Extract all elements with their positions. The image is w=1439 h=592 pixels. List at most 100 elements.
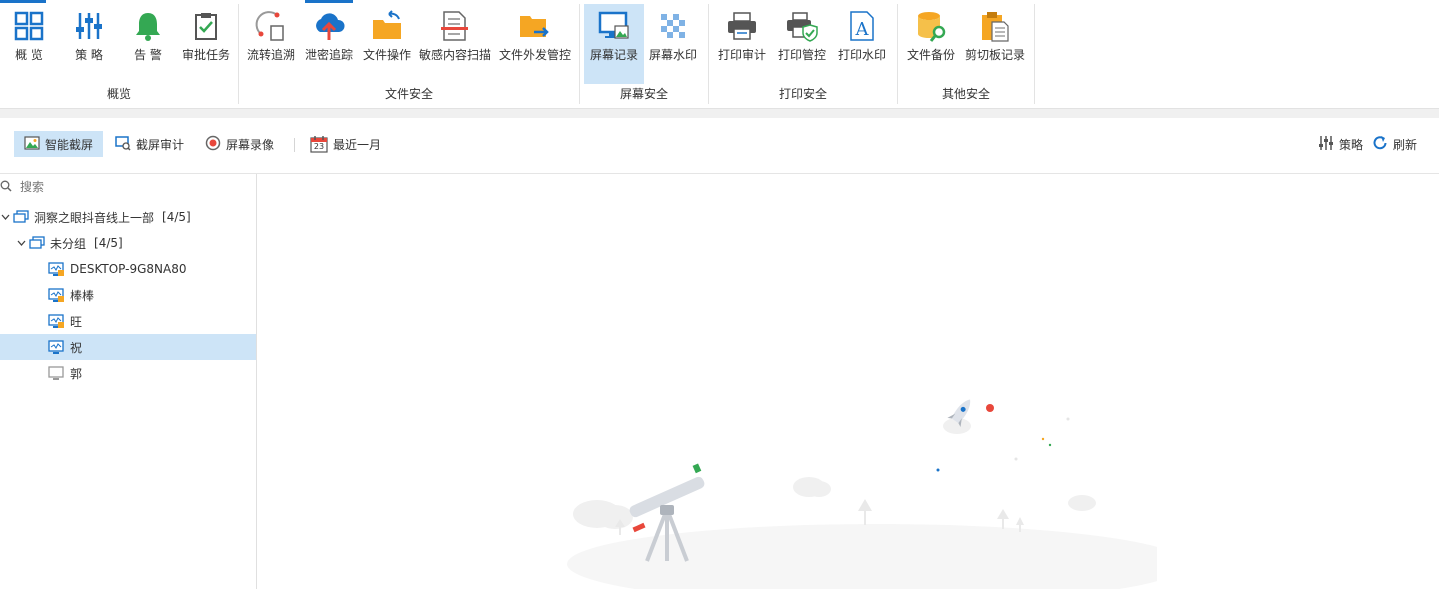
device-label: 祝 xyxy=(70,340,83,355)
ribbon-group-print-security: 打印审计 打印管控 A 打印水印 打印安全 xyxy=(709,4,898,104)
empty-state-illustration xyxy=(537,399,1187,592)
policy-button[interactable]: 策 略 xyxy=(60,4,118,84)
calendar-day-number: 23 xyxy=(313,142,325,151)
tree-group-node[interactable]: 未分组 [4/5] xyxy=(0,230,256,256)
search-input[interactable] xyxy=(18,179,222,195)
screenshot-audit-tab[interactable]: 截屏审计 xyxy=(105,131,194,157)
monitor-image-icon xyxy=(598,10,630,45)
flow-trace-button[interactable]: 流转追溯 xyxy=(242,4,300,84)
group-label-print-security: 打印安全 xyxy=(778,87,827,101)
printer-icon xyxy=(726,10,758,45)
cloud-upload-icon xyxy=(312,10,346,45)
clipboard-check-icon xyxy=(190,10,222,45)
file-operation-label: 文件操作 xyxy=(362,48,411,62)
device-label: 郭 xyxy=(70,366,83,381)
print-control-button[interactable]: 打印管控 xyxy=(773,4,831,84)
database-search-icon xyxy=(915,10,947,45)
grid-icon xyxy=(13,10,45,45)
print-audit-button[interactable]: 打印审计 xyxy=(713,4,771,84)
chevron-down-icon[interactable] xyxy=(0,214,10,220)
group-label-other-security: 其他安全 xyxy=(941,87,990,101)
record-icon xyxy=(205,135,221,154)
computer-locked-icon xyxy=(48,261,65,277)
tab-indicator xyxy=(0,0,46,3)
ribbon-group-file-security: 流转追溯 泄密追踪 文件操作 敏感内容扫描 文件外发管控 文件安全 xyxy=(239,4,580,104)
tree-root-count: [4/5] xyxy=(162,210,191,224)
refresh-button[interactable]: 刷新 xyxy=(1362,131,1427,157)
screen-record-button[interactable]: 屏幕记录 xyxy=(584,4,644,84)
smart-screenshot-tab[interactable]: 智能截屏 xyxy=(14,131,104,157)
computer-group-icon xyxy=(13,210,29,224)
tree-root-node[interactable]: 洞察之眼抖音线上一部 [4/5] xyxy=(0,204,256,230)
device-item[interactable]: 郭 xyxy=(0,360,256,386)
svg-text:A: A xyxy=(855,19,870,40)
tree-group-count: [4/5] xyxy=(94,236,123,250)
screen-watermark-button[interactable]: 屏幕水印 xyxy=(644,4,702,84)
image-icon xyxy=(24,135,40,154)
computer-online-icon xyxy=(48,339,65,355)
toolbar-separator xyxy=(294,138,295,152)
letter-a-icon: A xyxy=(846,10,878,45)
policy-toolbar-label: 策略 xyxy=(1339,137,1364,152)
clipboard-icon xyxy=(979,10,1011,45)
device-tree-panel: 洞察之眼抖音线上一部 [4/5] 未分组 [4/5] DESKTOP-9G8NA… xyxy=(0,174,257,589)
screen-recording-tab[interactable]: 屏幕录像 xyxy=(195,131,284,157)
group-label-overview: 概览 xyxy=(106,87,131,101)
file-outbound-control-label: 文件外发管控 xyxy=(499,48,572,62)
overview-button[interactable]: 概 览 xyxy=(0,4,58,84)
checker-watermark-icon xyxy=(658,11,688,44)
tab-indicator xyxy=(305,0,353,3)
screen-recording-label: 屏幕录像 xyxy=(226,137,275,152)
ribbon-divider xyxy=(0,108,1439,118)
print-watermark-label: 打印水印 xyxy=(837,48,886,62)
computer-locked-icon xyxy=(48,313,65,329)
chevron-down-icon[interactable] xyxy=(16,240,26,246)
device-item[interactable]: 祝 xyxy=(0,334,256,360)
ribbon-group-overview: 概 览 策 略 告 警 审批任务 概览 xyxy=(0,4,239,104)
group-label-screen-security: 屏幕安全 xyxy=(619,87,668,101)
clipboard-record-button[interactable]: 剪切板记录 xyxy=(965,4,1025,84)
smart-screenshot-label: 智能截屏 xyxy=(45,137,94,152)
alert-button[interactable]: 告 警 xyxy=(119,4,177,84)
device-item[interactable]: DESKTOP-9G8NA80 xyxy=(0,256,256,282)
date-range-picker[interactable]: 23 最近一月 xyxy=(300,131,391,157)
computer-locked-icon xyxy=(48,287,65,303)
sensitive-scan-button[interactable]: 敏感内容扫描 xyxy=(419,4,491,84)
folder-send-icon xyxy=(518,10,550,45)
computer-group-icon xyxy=(29,236,45,250)
tree-root-label: 洞察之眼抖音线上一部 xyxy=(34,210,155,225)
sensitive-scan-label: 敏感内容扫描 xyxy=(419,48,492,62)
group-label-file-security: 文件安全 xyxy=(384,87,433,101)
device-label: 棒棒 xyxy=(70,288,95,303)
approval-tasks-label: 审批任务 xyxy=(181,48,230,62)
printer-shield-icon xyxy=(786,10,818,45)
screenshot-audit-label: 截屏审计 xyxy=(136,137,185,152)
search-bar xyxy=(0,174,256,200)
device-item[interactable]: 旺 xyxy=(0,308,256,334)
device-label: DESKTOP-9G8NA80 xyxy=(70,262,187,276)
device-label: 旺 xyxy=(70,314,83,329)
file-operation-button[interactable]: 文件操作 xyxy=(358,4,416,84)
computer-offline-icon xyxy=(48,365,65,381)
bell-icon xyxy=(132,10,164,45)
screen-watermark-label: 屏幕水印 xyxy=(648,48,697,62)
search-icon xyxy=(0,180,12,195)
file-backup-label: 文件备份 xyxy=(906,48,955,62)
refresh-label: 刷新 xyxy=(1393,137,1418,152)
file-backup-button[interactable]: 文件备份 xyxy=(902,4,960,84)
device-item[interactable]: 棒棒 xyxy=(0,282,256,308)
approval-tasks-button[interactable]: 审批任务 xyxy=(177,4,235,84)
file-outbound-control-button[interactable]: 文件外发管控 xyxy=(499,4,571,84)
screenshot-content-area xyxy=(257,174,1439,592)
date-range-label: 最近一月 xyxy=(333,137,382,152)
ribbon-group-other-security: 文件备份 剪切板记录 其他安全 xyxy=(898,4,1035,104)
refresh-icon xyxy=(1372,135,1388,154)
screen-record-toolbar: 智能截屏 截屏审计 屏幕录像 23 最近一月 策略 刷新 xyxy=(0,118,1439,174)
clipboard-record-label: 剪切板记录 xyxy=(964,48,1025,62)
calendar-icon: 23 xyxy=(310,135,328,153)
sliders-icon xyxy=(73,10,105,45)
print-watermark-button[interactable]: A 打印水印 xyxy=(833,4,891,84)
ribbon-group-screen-security: 屏幕记录 屏幕水印 屏幕安全 xyxy=(580,4,709,104)
monitor-search-icon xyxy=(115,135,131,154)
leak-tracking-button[interactable]: 泄密追踪 xyxy=(300,4,358,84)
